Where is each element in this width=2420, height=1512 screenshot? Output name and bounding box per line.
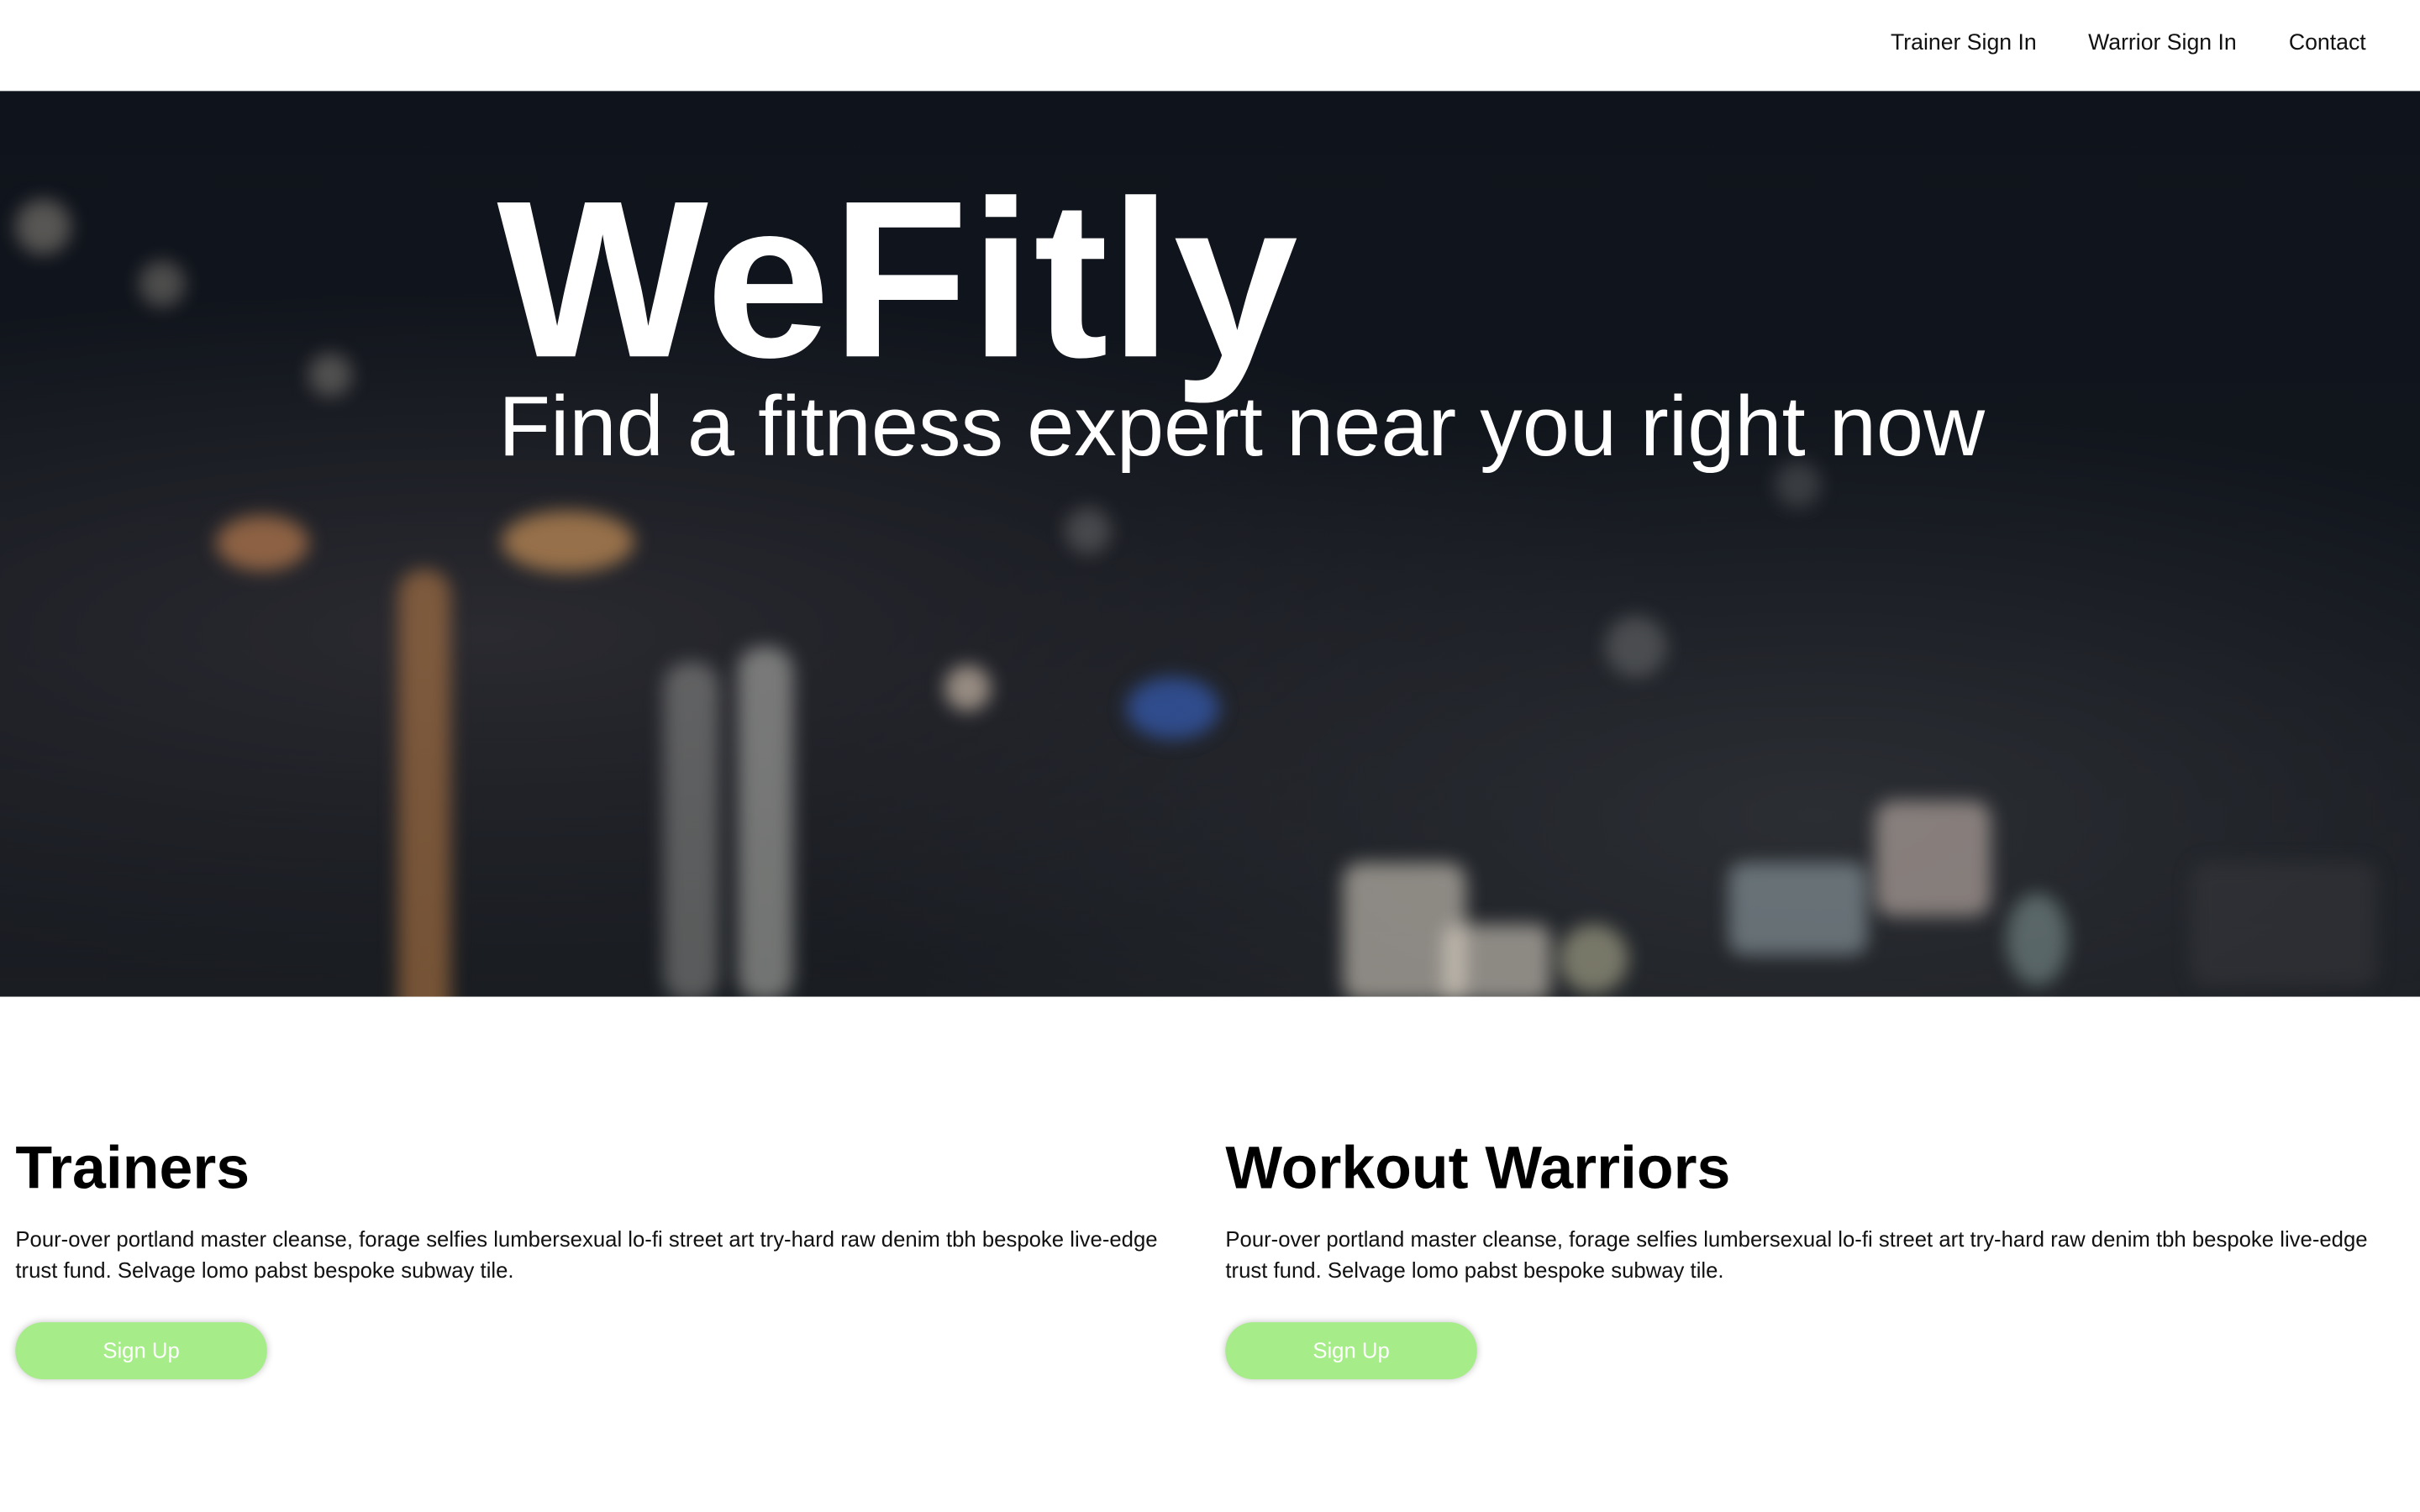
top-navbar: Trainer Sign In Warrior Sign In Contact xyxy=(0,0,2420,92)
warriors-heading: Workout Warriors xyxy=(1225,1135,1731,1202)
trainers-section: Trainers Pour-over portland master clean… xyxy=(15,1135,1194,1379)
warriors-section: Workout Warriors Pour-over portland mast… xyxy=(1225,1135,2404,1379)
hero-subtitle: Find a fitness expert near you right now xyxy=(498,378,1986,474)
hero-banner: WeFitly Find a fitness expert near you r… xyxy=(0,91,2420,997)
warrior-sign-in-link[interactable]: Warrior Sign In xyxy=(2088,31,2237,55)
site-title: WeFitly xyxy=(497,154,1300,405)
trainer-sign-in-link[interactable]: Trainer Sign In xyxy=(1891,31,2037,55)
trainers-sign-up-button[interactable]: Sign Up xyxy=(15,1321,267,1379)
trainers-description: Pour-over portland master cleanse, forag… xyxy=(15,1226,1158,1283)
warriors-sign-up-button[interactable]: Sign Up xyxy=(1225,1321,1477,1379)
trainers-heading: Trainers xyxy=(15,1135,250,1202)
warriors-description: Pour-over portland master cleanse, forag… xyxy=(1225,1226,2368,1283)
page: Trainer Sign In Warrior Sign In Contact xyxy=(0,0,2420,1512)
contact-link[interactable]: Contact xyxy=(2289,31,2366,55)
